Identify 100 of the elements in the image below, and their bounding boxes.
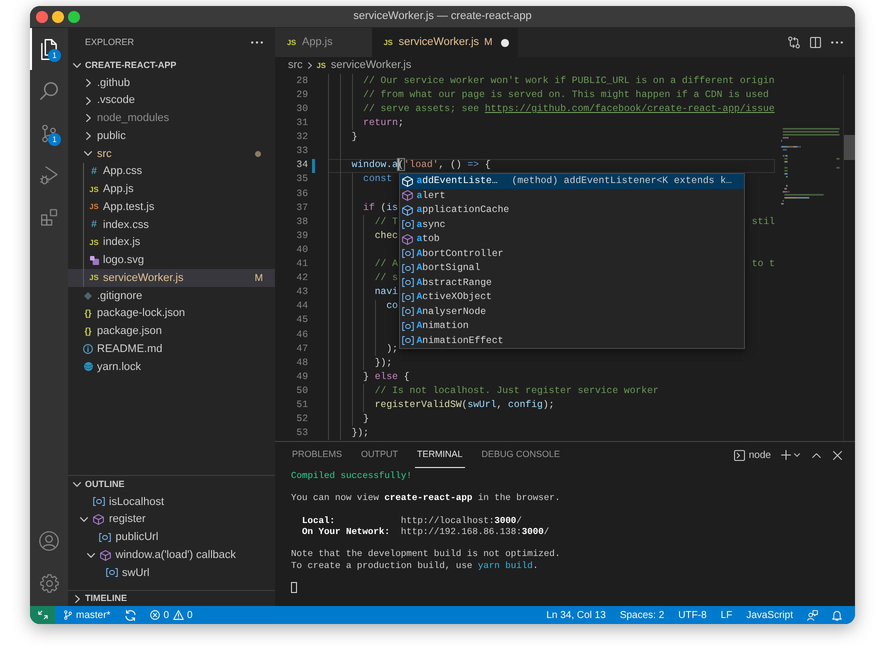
line-number: 46	[296, 328, 308, 342]
chevron-down-icon[interactable]	[794, 453, 800, 457]
panel-tab[interactable]: TERMINAL	[415, 442, 465, 468]
file-item[interactable]: # App.css	[68, 162, 275, 180]
errors-button[interactable]: 0	[150, 608, 170, 622]
diamond-icon	[84, 292, 92, 300]
panel-tab[interactable]: PROBLEMS	[290, 442, 344, 468]
code-text: // s	[374, 271, 398, 286]
panel-tab[interactable]: OUTPUT	[359, 442, 400, 468]
person-speech-bubble-icon[interactable]	[807, 610, 818, 620]
file-item[interactable]: logo.svg	[68, 252, 275, 270]
line-number: 47	[296, 342, 308, 356]
zoom-window-button[interactable]	[68, 10, 80, 22]
split-editor-icon[interactable]	[810, 37, 821, 48]
outline-item[interactable]: swUrl	[68, 564, 275, 582]
status-item[interactable]: UTF-8	[678, 608, 707, 622]
line-number: 39	[296, 228, 308, 243]
warnings-button[interactable]: 0	[173, 608, 193, 622]
code-text: });	[352, 426, 369, 440]
code-text: });	[374, 356, 392, 370]
settings-icon	[40, 574, 58, 592]
terminal-line: Local: http://localhost:3000/	[300, 514, 522, 526]
cube-icon	[402, 190, 413, 202]
plus-icon[interactable]	[781, 450, 791, 460]
terminal-line: Compiled successfully!	[291, 470, 412, 482]
suggestion-item[interactable]: alert	[400, 188, 744, 203]
folder-item[interactable]: node_modules	[68, 110, 275, 128]
branch-button[interactable]: master*	[64, 608, 110, 622]
bell-icon[interactable]	[832, 610, 842, 620]
folder-item[interactable]: .vscode	[68, 92, 275, 110]
file-item[interactable]: {} package-lock.json	[68, 304, 275, 322]
folder-item[interactable]: src	[68, 145, 275, 163]
terminal-line: To create a production build, use yarn build.	[291, 560, 538, 571]
brackets-icon	[402, 264, 414, 273]
suggestion-item[interactable]: async	[400, 218, 744, 232]
sync-icon[interactable]	[125, 610, 136, 620]
outline-item[interactable]: window.a('load') callback	[68, 546, 275, 564]
outline-item[interactable]: isLocalhost	[68, 493, 275, 511]
suggestion-item[interactable]: atob	[400, 232, 744, 246]
outline-item[interactable]: publicUrl	[68, 528, 275, 546]
cube-icon	[100, 550, 110, 561]
close-icon[interactable]	[833, 450, 842, 460]
minimize-window-button[interactable]	[52, 10, 64, 22]
status-item[interactable]: JavaScript	[746, 608, 793, 622]
code-text: registerValidSW(swUrl, config);	[374, 398, 554, 412]
account-icon	[39, 531, 59, 551]
suggestion-item[interactable]: applicationCache	[400, 203, 744, 218]
section-header[interactable]: CREATE-REACT-APP	[68, 57, 275, 74]
suggestion-item[interactable]: AnimationEffect	[400, 334, 744, 348]
extensions-icon	[40, 208, 58, 226]
outline-item[interactable]: register	[68, 510, 275, 528]
suggestion-item[interactable]: AbortSignal	[400, 261, 744, 276]
folder-item[interactable]: public	[68, 127, 275, 145]
suggestion-item[interactable]: Animation	[400, 319, 744, 334]
line-number: 45	[296, 313, 308, 328]
suggestion-item[interactable]: addEventListe… (method) addEventListener<K extends k…	[400, 174, 744, 188]
suggestion-item[interactable]: AbstractRange	[400, 276, 744, 290]
suggestion-item[interactable]: AnalyserNode	[400, 304, 744, 319]
status-item[interactable]: Spaces: 2	[620, 608, 664, 622]
branch-icon	[64, 610, 72, 620]
code-text: } else {	[363, 370, 410, 384]
more-icon[interactable]	[831, 41, 843, 44]
file-item[interactable]: # index.css	[68, 216, 275, 234]
remote-button[interactable]	[30, 606, 55, 624]
search-icon	[40, 82, 58, 100]
line-number: 51	[296, 398, 308, 412]
line-number: 33	[296, 144, 308, 158]
terminal-line: Note that the development build is not optimized.	[291, 548, 560, 560]
brackets-icon	[106, 568, 118, 578]
source-control-button[interactable]: 1	[30, 112, 68, 154]
more-icon[interactable]	[251, 41, 263, 44]
suggestion-item[interactable]: AbortController	[400, 246, 744, 261]
warning-icon	[173, 610, 184, 620]
file-item[interactable]: README.md	[68, 340, 275, 358]
chevron-up-icon[interactable]	[812, 452, 821, 458]
panel-tab[interactable]: DEBUG CONSOLE	[480, 442, 562, 468]
explorer-button[interactable]: 1	[30, 28, 68, 70]
line-number: 40	[296, 242, 308, 257]
code-text: }	[352, 130, 358, 144]
source-control-icon	[42, 124, 56, 142]
dot-icon[interactable]	[501, 38, 510, 46]
breadcrumb-item[interactable]: src	[288, 57, 303, 74]
folder-item[interactable]: .github	[68, 74, 275, 92]
close-window-button[interactable]	[36, 10, 48, 22]
file-item[interactable]: {} package.json	[68, 322, 275, 340]
line-number: 29	[296, 88, 308, 102]
scrollbar-thumb[interactable]	[844, 135, 855, 160]
suggestion-item[interactable]: ActiveXObject	[400, 290, 744, 304]
code-text: // T	[374, 214, 398, 229]
line-number: 36	[296, 186, 308, 201]
terminal-selector[interactable]: node	[734, 448, 771, 462]
file-item[interactable]: yarn.lock	[68, 358, 275, 376]
file-item[interactable]: .gitignore	[68, 287, 275, 305]
status-item[interactable]: Ln 34, Col 13	[546, 608, 606, 622]
line-number: 50	[296, 384, 308, 398]
brackets-icon	[402, 292, 414, 302]
section-header[interactable]: OUTLINE	[68, 476, 275, 493]
status-item[interactable]: LF	[720, 608, 732, 622]
compare-changes-icon[interactable]	[788, 36, 800, 49]
code-text: );	[386, 342, 398, 356]
